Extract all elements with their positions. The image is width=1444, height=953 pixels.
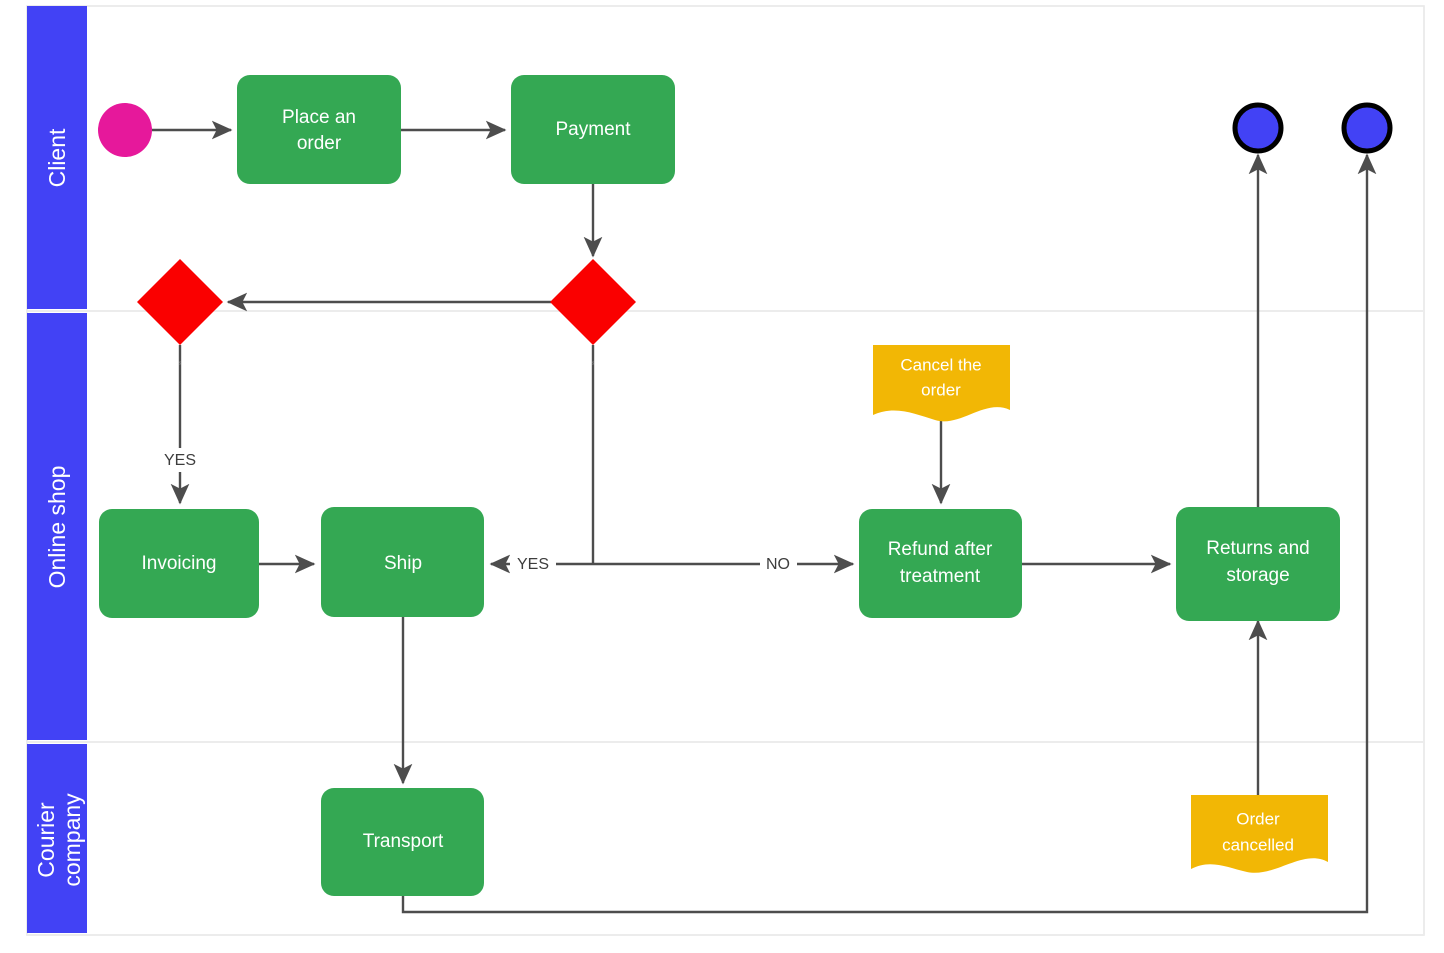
swimlane-diagram: Client Online shop Courier company Place… xyxy=(26,5,1425,936)
start-event[interactable] xyxy=(98,103,152,157)
edge-label-no-refund-text: NO xyxy=(766,556,790,573)
end-event-2[interactable] xyxy=(1341,102,1393,154)
note-order-cancelled-shape xyxy=(1191,795,1328,873)
task-invoicing[interactable]: Invoicing xyxy=(99,509,259,618)
note-cancel-the-order-line1: Cancel the xyxy=(900,355,981,374)
task-returns-and-storage-shape xyxy=(1176,507,1340,621)
flowchart-canvas: Client Online shop Courier company Place… xyxy=(0,0,1444,953)
task-place-an-order[interactable]: Place an order xyxy=(237,75,401,184)
end-event-1-circle xyxy=(1232,102,1284,154)
task-transport[interactable]: Transport xyxy=(321,788,484,896)
start-event-circle xyxy=(98,103,152,157)
task-returns-and-storage-line2: storage xyxy=(1226,565,1289,586)
lane-header-client-label: Client xyxy=(44,128,70,187)
lane-header-courier-company[interactable]: Courier company xyxy=(27,744,87,933)
task-returns-and-storage-line1: Returns and xyxy=(1206,538,1310,559)
decision-left-shape xyxy=(137,259,223,345)
end-event-2-circle xyxy=(1341,102,1393,154)
task-returns-and-storage[interactable]: Returns and storage xyxy=(1176,507,1340,621)
task-invoicing-label: Invoicing xyxy=(142,553,217,574)
edge-label-yes-ship: YES xyxy=(510,553,556,576)
task-place-an-order-label-line2: order xyxy=(297,133,342,154)
decision-right-shape xyxy=(550,259,636,345)
lane-header-courier-label-line2: company xyxy=(59,793,85,887)
note-order-cancelled-line2: cancelled xyxy=(1222,835,1294,854)
task-place-an-order-label-line1: Place an xyxy=(282,107,356,128)
decision-left-tiny-label: s xyxy=(179,360,182,366)
lane-header-online-shop-label: Online shop xyxy=(44,466,70,589)
end-event-1[interactable] xyxy=(1232,102,1284,154)
task-ship[interactable]: Ship xyxy=(321,507,484,617)
task-refund-after-treatment[interactable]: Refund after treatment xyxy=(859,509,1022,618)
task-transport-label: Transport xyxy=(363,831,444,852)
note-cancel-the-order[interactable]: Cancel the order xyxy=(873,345,1010,422)
decision-right-tiny-label: s xyxy=(592,360,595,366)
note-cancel-the-order-line2: order xyxy=(921,380,961,399)
task-place-an-order-shape xyxy=(237,75,401,184)
lane-header-online-shop[interactable]: Online shop xyxy=(27,313,87,740)
note-order-cancelled-line1: Order xyxy=(1236,809,1280,828)
lane-header-client[interactable]: Client xyxy=(27,6,87,309)
task-payment-label: Payment xyxy=(556,119,632,140)
edge-label-no-refund: NO xyxy=(760,553,797,576)
task-payment[interactable]: Payment xyxy=(511,75,675,184)
task-refund-after-treatment-shape xyxy=(859,509,1022,618)
task-ship-label: Ship xyxy=(384,553,422,574)
edge-label-yes-invoicing: YES xyxy=(157,448,203,472)
task-refund-after-treatment-line1: Refund after xyxy=(888,539,993,560)
edge-label-yes-ship-text: YES xyxy=(517,556,549,573)
lane-header-courier-label-line1: Courier xyxy=(33,802,59,878)
task-refund-after-treatment-line2: treatment xyxy=(900,566,981,587)
edge-label-yes-invoicing-text: YES xyxy=(164,452,196,469)
note-order-cancelled[interactable]: Order cancelled xyxy=(1191,795,1328,873)
